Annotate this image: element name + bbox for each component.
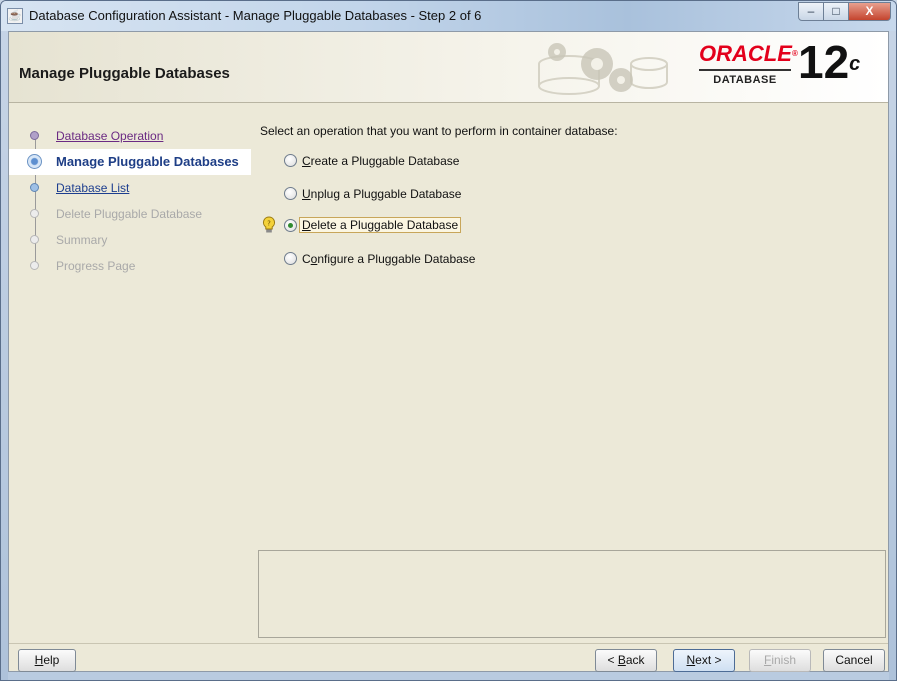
message-panel bbox=[258, 550, 886, 638]
gears-graphic-icon bbox=[538, 43, 668, 95]
step-indicator-icon bbox=[30, 235, 39, 244]
option-label[interactable]: Unplug a Pluggable Database bbox=[302, 187, 461, 201]
lightbulb-icon: ? bbox=[262, 216, 276, 233]
title-bar[interactable]: ☕ Database Configuration Assistant - Man… bbox=[1, 1, 896, 31]
finish-button: Finish bbox=[749, 649, 811, 672]
nav-step-label: Summary bbox=[56, 233, 108, 247]
help-button[interactable]: Help bbox=[18, 649, 76, 672]
cancel-button[interactable]: Cancel bbox=[823, 649, 885, 672]
minimize-button[interactable]: – bbox=[798, 2, 824, 21]
back-button[interactable]: < Back bbox=[595, 649, 657, 672]
radio-configure[interactable] bbox=[284, 252, 297, 265]
nav-step-label: Database List bbox=[56, 181, 130, 195]
nav-step-label: Delete Pluggable Database bbox=[56, 207, 203, 221]
step-indicator-icon bbox=[30, 183, 39, 192]
page-header: Manage Pluggable Databases ORACLE® DATAB… bbox=[9, 32, 888, 103]
nav-step-label: Progress Page bbox=[56, 259, 136, 273]
main-content: Select an operation that you want to per… bbox=[254, 103, 888, 643]
dialog-client-area: Manage Pluggable Databases ORACLE® DATAB… bbox=[8, 31, 889, 672]
nav-step-label: Manage Pluggable Databases bbox=[56, 154, 239, 169]
step-indicator-icon bbox=[30, 209, 39, 218]
option-label[interactable]: Create a Pluggable Database bbox=[302, 154, 459, 168]
nav-step-delete-pluggable-database: Delete Pluggable Database bbox=[9, 201, 251, 227]
radio-create[interactable] bbox=[284, 154, 297, 167]
svg-text:?: ? bbox=[267, 220, 271, 228]
window-frame-left bbox=[1, 31, 8, 680]
step-indicator-icon bbox=[30, 131, 39, 140]
oracle-database-label: DATABASE bbox=[699, 69, 791, 86]
option-label[interactable]: Delete a Pluggable Database bbox=[298, 217, 462, 233]
version-badge: 12c bbox=[798, 36, 861, 88]
step-indicator-icon bbox=[30, 261, 39, 270]
next-button[interactable]: Next > bbox=[673, 649, 735, 672]
current-step-indicator-icon bbox=[27, 154, 42, 169]
page-title: Manage Pluggable Databases bbox=[19, 65, 230, 82]
nav-step-database-operation[interactable]: Database Operation bbox=[9, 123, 251, 149]
nav-step-summary: Summary bbox=[9, 227, 251, 253]
steps-navigation: Database Operation Manage Pluggable Data… bbox=[9, 103, 251, 643]
oracle-logo: ORACLE® DATABASE bbox=[699, 41, 798, 86]
radio-unplug[interactable] bbox=[284, 187, 297, 200]
nav-step-progress-page: Progress Page bbox=[9, 253, 251, 279]
oracle-wordmark: ORACLE® bbox=[699, 41, 798, 66]
operation-prompt: Select an operation that you want to per… bbox=[260, 124, 618, 138]
window-title: Database Configuration Assistant - Manag… bbox=[29, 8, 482, 23]
dbca-window: ☕ Database Configuration Assistant - Man… bbox=[0, 0, 897, 681]
java-app-icon[interactable]: ☕ bbox=[7, 8, 23, 24]
window-frame-right bbox=[889, 31, 896, 680]
nav-step-label: Database Operation bbox=[56, 129, 164, 143]
option-label[interactable]: Configure a Pluggable Database bbox=[302, 252, 475, 266]
button-bar: Help < Back Next > Finish Cancel bbox=[9, 643, 888, 672]
close-button[interactable]: X bbox=[848, 2, 891, 21]
maximize-button[interactable]: □ bbox=[823, 2, 849, 21]
radio-delete[interactable] bbox=[284, 219, 297, 232]
nav-step-manage-pluggable-databases[interactable]: Manage Pluggable Databases bbox=[9, 149, 251, 175]
nav-step-database-list[interactable]: Database List bbox=[9, 175, 251, 201]
